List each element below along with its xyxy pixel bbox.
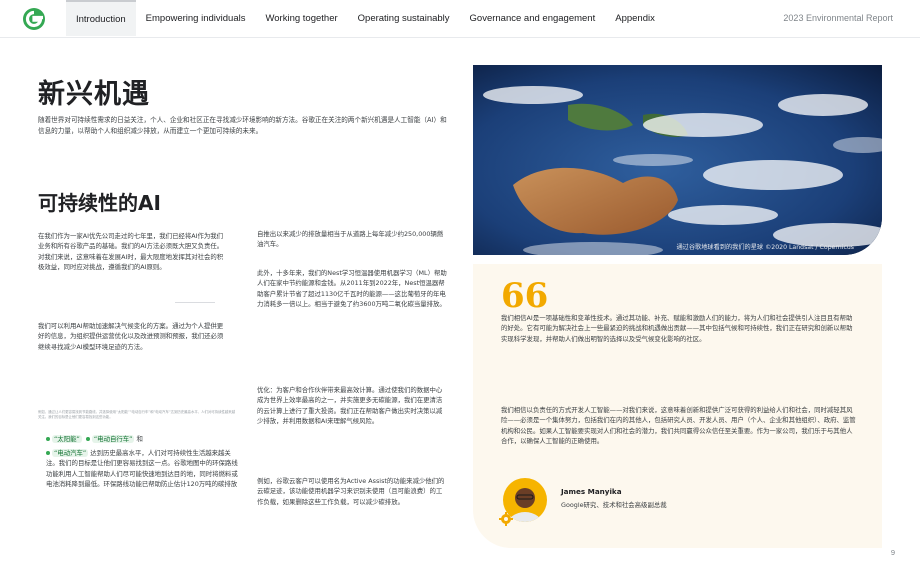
col2-paragraph-3: 优化：为客户和合作伙伴带来最高效计算。通过使我们的数据中心成为世界上效率最高的之… — [257, 386, 443, 425]
col1-paragraph-2: 我们可以利用AI帮助加速解决气候变化的方案。通过为个人提供更好的信息，为组织提供… — [38, 322, 224, 351]
tab-governance-engagement[interactable]: Governance and engagement — [460, 0, 606, 36]
chip-row: “太阳能” “电动自行车” 和 — [46, 434, 236, 444]
google-logo-icon[interactable] — [22, 7, 46, 31]
quote-card: 66 我们相信AI是一项基础性和变革性技术。通过其功能、补充、赋能和激励人们的能… — [473, 264, 882, 548]
divider — [175, 302, 215, 303]
tab-operating-sustainably[interactable]: Operating sustainably — [348, 0, 460, 36]
tab-introduction[interactable]: Introduction — [66, 0, 136, 36]
col1-paragraph-3: “电动汽车” 达到历史最高水平，人们对可持续性生活越来越关注。我们的目标是让他们… — [46, 448, 238, 489]
page-number: 9 — [890, 548, 895, 557]
section-title: 可持续性的AI — [38, 191, 161, 215]
col2-paragraph-4: 例如，谷歌云客户可以使用名为Active Assist的功能来减少他们的云碳足迹… — [257, 477, 445, 506]
footnote-text: 例如，通过让人们更容易找到节能路线，并选择使用“太阳能”“电动自行车”和“电动汽… — [38, 410, 236, 419]
tab-working-together[interactable]: Working together — [255, 0, 347, 36]
earth-image — [473, 65, 882, 255]
quote-paragraph-2: 我们相信以负责任的方式开发人工智能——对我们来说，这意味着创新和提供广泛可获得的… — [501, 406, 856, 445]
person-name: James Manyika — [561, 487, 622, 496]
chip-ebike[interactable]: “电动自行车” — [91, 435, 135, 443]
intro-paragraph: 随着世界对可持续性需求的日益关注，个人、企业和社区正在寻找减少环境影响的新方法。… — [38, 116, 447, 135]
col1-paragraph-1: 在我们作为一家AI优先公司走过的七年里，我们已经将AI作为我们业务和所有谷歌产品… — [38, 232, 224, 271]
col2-paragraph-1: 自推出以来减少的排放量相当于从道路上每年减少约250,000辆燃油汽车。 — [257, 230, 444, 249]
bullet-icon — [46, 437, 50, 441]
quote-mark-icon: 66 — [501, 276, 549, 316]
top-nav-bar: Introduction Empowering individuals Work… — [0, 0, 920, 38]
chip-connector: 和 — [136, 435, 143, 443]
chip-solar[interactable]: “太阳能” — [52, 435, 82, 443]
bullet-icon — [85, 437, 90, 441]
bullet-icon — [46, 451, 50, 455]
chip-ev[interactable]: “电动汽车” — [52, 449, 89, 457]
page-heading: 新兴机遇 — [38, 79, 150, 110]
section-tabs: Introduction Empowering individuals Work… — [66, 0, 665, 37]
tab-empowering-individuals[interactable]: Empowering individuals — [136, 0, 256, 36]
gear-icon — [499, 512, 513, 526]
photo-caption: 通过谷歌地球看到的我们的星球 ©2020 Landsat / Copernicu… — [676, 244, 854, 251]
tab-appendix[interactable]: Appendix — [605, 0, 665, 36]
person-role: Google研究、技术和社会高级副总裁 — [561, 501, 667, 509]
quote-paragraph-1: 我们相信AI是一项基础性和变革性技术。通过其功能、补充、赋能和激励人们的能力，将… — [501, 314, 853, 343]
report-title: 2023 Environmental Report — [783, 13, 893, 23]
earth-photo: 通过谷歌地球看到的我们的星球 ©2020 Landsat / Copernicu… — [473, 65, 882, 255]
col2-paragraph-2: 此外，十多年来，我们的Nest学习恒温器使用机器学习（ML）帮助人们在家中节约能… — [257, 269, 447, 308]
